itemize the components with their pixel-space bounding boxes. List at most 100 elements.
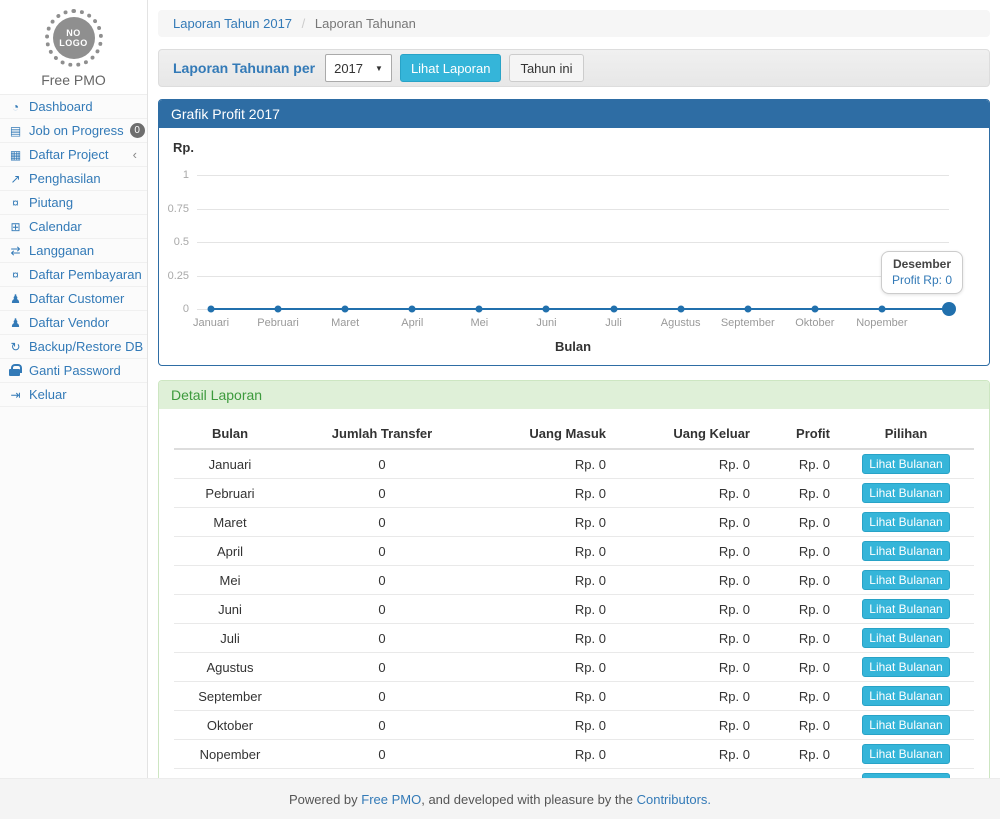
cell-uang-masuk: Rp. 0 (478, 508, 614, 537)
lihat-bulanan-button[interactable]: Lihat Bulanan (862, 715, 949, 735)
breadcrumb-current: Laporan Tahunan (315, 16, 416, 31)
sidebar-item-penghasilan[interactable]: ↗Penghasilan (0, 167, 147, 191)
sidebar-item-backup-restore-db[interactable]: ↻Backup/Restore DB (0, 335, 147, 359)
sidebar-item-calendar[interactable]: ⊞Calendar (0, 215, 147, 239)
tooltip-value: Profit Rp: 0 (892, 273, 952, 287)
sidebar-item-piutang[interactable]: ¤Piutang (0, 191, 147, 215)
table-row-pebruari: Pebruari0Rp. 0Rp. 0Rp. 0Lihat Bulanan (174, 479, 974, 508)
money-icon: ¤ (8, 268, 23, 282)
sidebar-item-label: Keluar (29, 387, 137, 402)
tasks-icon: ▤ (8, 124, 23, 138)
x-tick-label: Maret (331, 317, 359, 329)
x-tick-label: Agustus (661, 317, 701, 329)
this-year-button[interactable]: Tahun ini (509, 54, 583, 82)
breadcrumb-link[interactable]: Laporan Tahun 2017 (173, 16, 292, 31)
calendar-icon: ⊞ (8, 220, 23, 234)
view-report-button[interactable]: Lihat Laporan (400, 54, 502, 82)
sidebar-item-daftar-customer[interactable]: ♟Daftar Customer (0, 287, 147, 311)
col-header-uang-keluar: Uang Keluar (614, 419, 758, 449)
data-point-september[interactable] (744, 306, 751, 313)
data-point-desember[interactable] (942, 302, 956, 316)
sidebar-item-daftar-vendor[interactable]: ♟Daftar Vendor (0, 311, 147, 335)
cell-uang-keluar: Rp. 0 (614, 769, 758, 779)
sidebar-item-label: Dashboard (29, 99, 137, 114)
cell-jumlah-transfer: 0 (286, 711, 478, 740)
count-badge: 0 (130, 123, 145, 138)
cell-profit: Rp. 0 (758, 653, 838, 682)
sidebar-item-keluar[interactable]: ⇥Keluar (0, 383, 147, 407)
table-row-januari: Januari0Rp. 0Rp. 0Rp. 0Lihat Bulanan (174, 449, 974, 479)
cell-pilihan: Lihat Bulanan (838, 682, 974, 711)
lihat-bulanan-button[interactable]: Lihat Bulanan (862, 744, 949, 764)
data-point-maret[interactable] (342, 306, 349, 313)
profit-line (211, 308, 949, 310)
report-toolbar: Laporan Tahunan per 2017 ▼ Lihat Laporan… (158, 49, 990, 87)
sidebar-item-label: Daftar Pembayaran (29, 267, 142, 282)
cell-bulan: Maret (174, 508, 286, 537)
tooltip-title: Desember (892, 257, 952, 271)
lihat-bulanan-button[interactable]: Lihat Bulanan (862, 628, 949, 648)
sidebar-item-langganan[interactable]: ⇄Langganan (0, 239, 147, 263)
data-point-juni[interactable] (543, 306, 550, 313)
x-tick-label: Juli (605, 317, 622, 329)
year-select-value: 2017 (334, 61, 363, 76)
sidebar: NO LOGO Free PMO ◔Dashboard▤Job on Progr… (0, 0, 148, 778)
cell-jumlah-transfer: 0 (286, 449, 478, 479)
lihat-bulanan-button[interactable]: Lihat Bulanan (862, 686, 949, 706)
lihat-bulanan-button[interactable]: Lihat Bulanan (862, 599, 949, 619)
lihat-bulanan-button[interactable]: Lihat Bulanan (862, 541, 949, 561)
cell-profit: Rp. 0 (758, 595, 838, 624)
cell-jumlah-transfer: 0 (286, 769, 478, 779)
logo-box: NO LOGO Free PMO (0, 0, 147, 95)
sidebar-item-daftar-project[interactable]: ▦Daftar Project‹ (0, 143, 147, 167)
cell-jumlah-transfer: 0 (286, 624, 478, 653)
table-header-row: Bulan Jumlah Transfer Uang Masuk Uang Ke… (174, 419, 974, 449)
year-select[interactable]: 2017 ▼ (325, 54, 392, 82)
profit-chart-panel: Grafik Profit 2017 Rp. 1 0.75 0.5 0.25 0… (158, 99, 990, 366)
money-icon: ¤ (8, 196, 23, 210)
cell-profit: Rp. 0 (758, 711, 838, 740)
lihat-bulanan-button[interactable]: Lihat Bulanan (862, 657, 949, 677)
sidebar-item-label: Ganti Password (29, 363, 137, 378)
cell-jumlah-transfer: 0 (286, 537, 478, 566)
report-table: Bulan Jumlah Transfer Uang Masuk Uang Ke… (174, 419, 974, 778)
lihat-bulanan-button[interactable]: Lihat Bulanan (862, 483, 949, 503)
cell-uang-keluar: Rp. 0 (614, 508, 758, 537)
lock-icon (8, 364, 23, 377)
cell-jumlah-transfer: 0 (286, 653, 478, 682)
data-point-april[interactable] (409, 306, 416, 313)
cell-jumlah-transfer: 0 (286, 740, 478, 769)
cell-bulan: Nopember (174, 740, 286, 769)
data-point-juli[interactable] (610, 306, 617, 313)
lihat-bulanan-button[interactable]: Lihat Bulanan (862, 570, 949, 590)
cell-uang-masuk: Rp. 0 (478, 653, 614, 682)
data-point-januari[interactable] (208, 306, 215, 313)
cell-uang-masuk: Rp. 0 (478, 740, 614, 769)
data-point-agustus[interactable] (677, 306, 684, 313)
cell-pilihan: Lihat Bulanan (838, 740, 974, 769)
footer-link-contributors[interactable]: Contributors. (637, 792, 711, 807)
sidebar-item-dashboard[interactable]: ◔Dashboard (0, 95, 147, 119)
users-icon: ♟ (8, 316, 23, 330)
footer-link-free-pmo[interactable]: Free PMO (361, 792, 421, 807)
cell-uang-keluar: Rp. 0 (614, 479, 758, 508)
sidebar-item-daftar-pembayaran[interactable]: ¤ Daftar Pembayaran (0, 263, 147, 287)
sidebar-item-job-on-progress[interactable]: ▤Job on Progress0 (0, 119, 147, 143)
lihat-bulanan-button[interactable]: Lihat Bulanan (862, 454, 949, 474)
data-point-mei[interactable] (476, 306, 483, 313)
cell-pilihan: Lihat Bulanan (838, 769, 974, 779)
data-point-pebruari[interactable] (275, 306, 282, 313)
cell-profit: Rp. 0 (758, 769, 838, 779)
chevron-left-icon: ‹ (133, 147, 137, 162)
sidebar-item-ganti-password[interactable]: Ganti Password (0, 359, 147, 383)
cell-uang-keluar: Rp. 0 (614, 740, 758, 769)
x-tick-label: April (401, 317, 423, 329)
table-row-desember: Desember0Rp. 0Rp. 0Rp. 0Lihat Bulanan (174, 769, 974, 779)
lihat-bulanan-button[interactable]: Lihat Bulanan (862, 512, 949, 532)
cell-bulan: Oktober (174, 711, 286, 740)
table-row-mei: Mei0Rp. 0Rp. 0Rp. 0Lihat Bulanan (174, 566, 974, 595)
data-point-oktober[interactable] (811, 306, 818, 313)
no-logo-seal-icon: NO LOGO (45, 9, 103, 67)
detail-report-title: Detail Laporan (159, 381, 989, 409)
data-point-nopember[interactable] (878, 306, 885, 313)
